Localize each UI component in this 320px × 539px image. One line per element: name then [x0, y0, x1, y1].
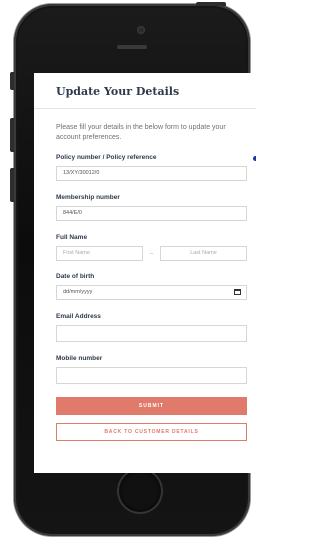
full-name-label: Full Name — [56, 234, 88, 241]
full-name-field: Full Name First Name – Last Name — [56, 234, 256, 261]
volume-up-button — [10, 118, 14, 152]
policy-input[interactable]: 13/XY/30012/0 — [56, 166, 247, 181]
page-title: Update Your Details — [56, 85, 180, 98]
back-to-customer-details-button[interactable]: BACK TO CUSTOMER DETAILS — [56, 423, 247, 441]
membership-field: Membership number 844/E/0 — [56, 194, 256, 221]
membership-input[interactable]: 844/E/0 — [56, 206, 247, 221]
email-input[interactable] — [56, 325, 247, 342]
first-name-input[interactable]: First Name — [56, 246, 143, 261]
policy-label: Policy number / Policy reference — [56, 154, 157, 161]
submit-button[interactable]: SUBMIT — [56, 397, 247, 415]
mobile-label: Mobile number — [56, 355, 103, 362]
email-label: Email Address — [56, 313, 101, 320]
email-field: Email Address — [56, 313, 256, 342]
membership-label: Membership number — [56, 194, 120, 201]
mobile-input[interactable] — [56, 367, 247, 384]
power-button — [196, 2, 226, 6]
volume-down-button — [10, 168, 14, 202]
name-separator: – — [149, 250, 154, 257]
mute-switch — [10, 72, 14, 90]
required-indicator-icon — [253, 156, 256, 161]
policy-field: Policy number / Policy reference 13/XY/3… — [56, 154, 256, 181]
mobile-field: Mobile number — [56, 355, 256, 384]
calendar-icon[interactable] — [234, 289, 241, 295]
page-header: Update Your Details — [34, 73, 256, 109]
intro-text: Please fill your details in the below fo… — [56, 124, 226, 141]
dob-input[interactable]: dd/mm/yyyy — [56, 285, 247, 300]
dob-label: Date of birth — [56, 273, 95, 280]
home-button[interactable] — [119, 470, 161, 512]
last-name-input[interactable]: Last Name — [160, 246, 247, 261]
phone-screen: Update Your Details Please fill your det… — [34, 73, 256, 473]
dob-placeholder: dd/mm/yyyy — [63, 289, 93, 295]
speaker-grille — [117, 45, 147, 49]
front-camera-icon — [137, 26, 145, 34]
update-details-form: Please fill your details in the below fo… — [34, 109, 256, 441]
dob-field: Date of birth dd/mm/yyyy — [56, 273, 256, 300]
